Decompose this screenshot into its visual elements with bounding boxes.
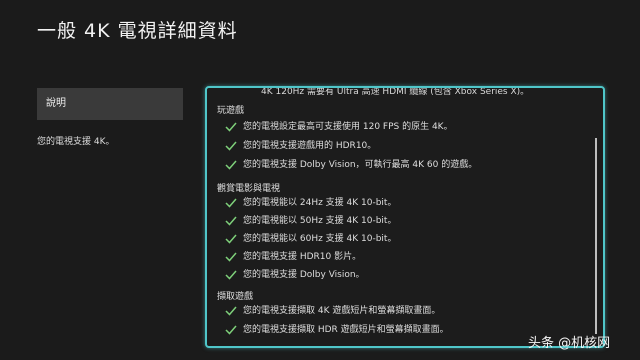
checkmark-icon [225, 216, 237, 226]
checkmark-icon [225, 122, 237, 132]
watermark: 头条 @机核网 [528, 336, 611, 351]
checkmark-icon [225, 141, 237, 151]
item-text: 您的電視設定最高可支援使用 120 FPS 的原生 4K。 [243, 122, 453, 132]
checkmark-icon [225, 270, 237, 280]
item-text: 您的電視支援遊戲用的 HDR10。 [243, 141, 377, 151]
item-text: 您的電視支援 Dolby Vision，可執行最高 4K 60 的遊戲。 [243, 160, 478, 170]
tv-support-summary: 您的電視支援 4K。 [37, 137, 115, 147]
checkmark-icon [225, 306, 237, 316]
item-text: 您的電視能以 60Hz 支援 4K 10-bit。 [243, 234, 397, 244]
details-panel[interactable]: 4K 120Hz 需要有 Ultra 高速 HDMI 纜線 (包含 Xbox S… [205, 86, 605, 348]
checkmark-icon [225, 252, 237, 262]
item-text: 您的電視能以 24Hz 支援 4K 10-bit。 [243, 198, 397, 208]
hdmi-cable-note: 4K 120Hz 需要有 Ultra 高速 HDMI 纜線 (包含 Xbox S… [261, 88, 530, 97]
checkmark-icon [225, 160, 237, 170]
section-title-movies-tv: 觀賞電影與電視 [217, 184, 281, 194]
checkmark-icon [225, 234, 237, 244]
tv-details-page: 一般 4K 電視詳細資料 說明 您的電視支援 4K。 4K 120Hz 需要有 … [0, 0, 640, 360]
section-title-capture: 擷取遊戲 [217, 292, 254, 302]
item-text: 您的電視支援 HDR10 影片。 [243, 252, 362, 262]
scrollbar[interactable] [595, 138, 597, 334]
item-text: 您的電視支援擷取 HDR 遊戲短片和螢幕擷取畫面。 [243, 325, 449, 335]
page-title: 一般 4K 電視詳細資料 [37, 20, 238, 42]
checkmark-icon [225, 198, 237, 208]
item-text: 您的電視支援 Dolby Vision。 [243, 270, 365, 280]
tab-description[interactable]: 說明 [37, 88, 183, 120]
details-scroll-content: 4K 120Hz 需要有 Ultra 高速 HDMI 纜線 (包含 Xbox S… [217, 88, 587, 346]
item-text: 您的電視能以 50Hz 支援 4K 10-bit。 [243, 216, 397, 226]
item-text: 您的電視支援擷取 4K 遊戲短片和螢幕擷取畫面。 [243, 306, 441, 316]
section-title-gaming: 玩遊戲 [217, 106, 245, 116]
checkmark-icon [225, 325, 237, 335]
